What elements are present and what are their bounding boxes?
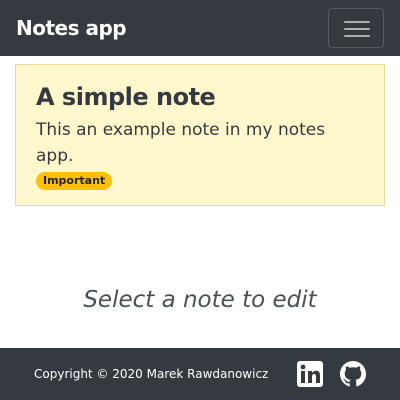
linkedin-icon[interactable] <box>297 361 323 387</box>
app-page: Notes app A simple note This an example … <box>0 0 400 400</box>
footer: Copyright © 2020 Marek Rawdanowicz <box>0 348 400 400</box>
github-icon[interactable] <box>340 361 366 387</box>
empty-editor-message: Select a note to edit <box>83 287 317 313</box>
note-body: This an example note in my notes app. <box>36 120 326 166</box>
note-title: A simple note <box>36 83 216 111</box>
navbar-toggle-button[interactable] <box>328 8 384 48</box>
brand-title[interactable]: Notes app <box>16 14 127 42</box>
note-tag-badge: Important <box>36 172 113 190</box>
navbar: Notes app <box>0 0 400 56</box>
copyright-text: Copyright © 2020 Marek Rawdanowicz <box>34 367 269 381</box>
note-card[interactable]: A simple note This an example note in my… <box>15 64 385 206</box>
hamburger-menu-icon <box>344 19 370 39</box>
